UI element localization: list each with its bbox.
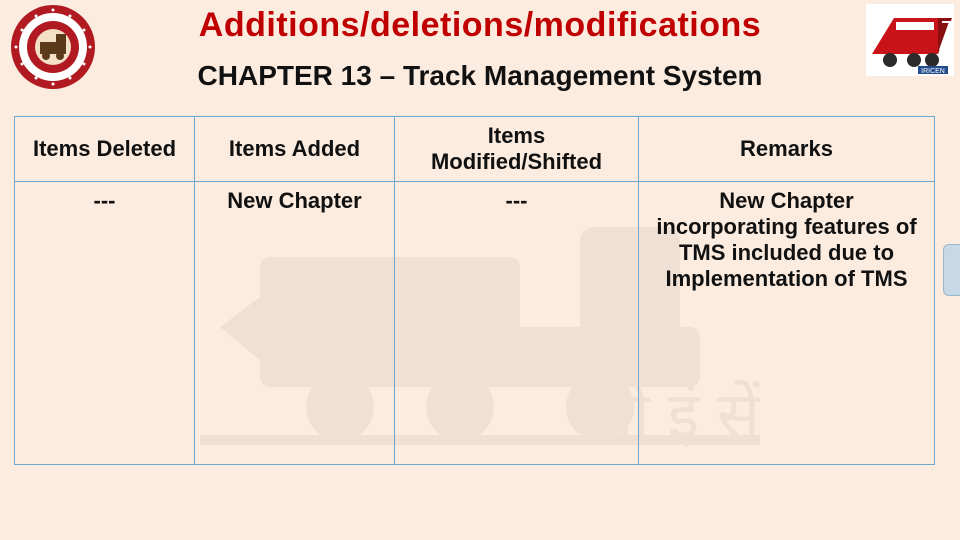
cell-items-deleted: --- [15,182,195,465]
next-slide-tab[interactable] [943,244,960,296]
table-row: --- New Chapter --- New Chapter incorpor… [15,182,935,465]
changes-table: Items Deleted Items Added Items Modified… [14,116,934,465]
cell-items-added: New Chapter [195,182,395,465]
cell-items-modified: --- [395,182,639,465]
page-title: Additions/deletions/modifications [0,6,960,45]
cell-remarks: New Chapter incorporating features of TM… [639,182,935,465]
col-items-deleted: Items Deleted [15,117,195,182]
col-items-added: Items Added [195,117,395,182]
col-remarks: Remarks [639,117,935,182]
table-header-row: Items Deleted Items Added Items Modified… [15,117,935,182]
col-items-modified: Items Modified/Shifted [395,117,639,182]
page-subtitle: CHAPTER 13 – Track Management System [0,60,960,92]
